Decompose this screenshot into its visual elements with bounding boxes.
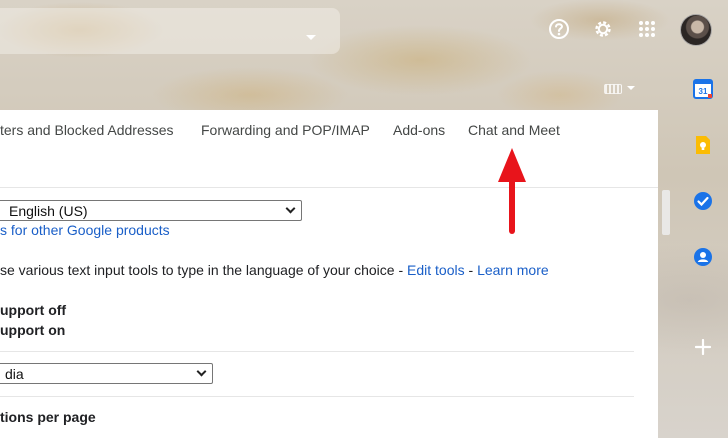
chevron-down-icon (196, 366, 207, 377)
gear-icon[interactable] (588, 14, 618, 44)
divider (0, 396, 634, 397)
page-size-label: tions per page (0, 409, 96, 425)
input-tools-text: se various text input tools to type in t… (0, 262, 408, 278)
search-options-caret-icon[interactable] (306, 35, 316, 40)
calendar-badge: 31 (699, 87, 708, 96)
settings-panel: ters and Blocked Addresses Forwarding an… (0, 110, 658, 438)
rtl-on-option[interactable]: upport on (0, 322, 65, 338)
settings-tabs: ters and Blocked Addresses Forwarding an… (0, 110, 658, 188)
chevron-down-icon (285, 203, 296, 214)
tab-add-ons[interactable]: Add-ons (393, 122, 445, 138)
language-select-value: English (US) (9, 202, 88, 219)
calendar-icon[interactable]: 31 (692, 78, 714, 100)
plus-icon[interactable] (692, 336, 714, 358)
rtl-off-option[interactable]: upport off (0, 302, 66, 318)
keep-icon[interactable] (692, 134, 714, 156)
edit-tools-link[interactable]: Edit tools (407, 262, 465, 278)
tasks-icon[interactable] (692, 190, 714, 212)
keyboard-icon[interactable] (604, 84, 622, 94)
tab-forwarding-pop-imap[interactable]: Forwarding and POP/IMAP (201, 122, 370, 138)
contacts-icon[interactable] (692, 246, 714, 268)
red-arrow-annotation-icon (498, 148, 526, 234)
tab-chat-and-meet[interactable]: Chat and Meet (468, 122, 560, 138)
avatar[interactable] (680, 14, 712, 46)
country-select[interactable]: dia (0, 363, 213, 384)
top-bar (0, 0, 728, 60)
scrollbar[interactable] (662, 190, 670, 235)
other-products-link[interactable]: s for other Google products (0, 222, 170, 238)
country-select-value: dia (5, 365, 24, 382)
side-panel-rail: 31 (680, 60, 728, 438)
help-icon[interactable] (544, 14, 574, 44)
input-tools-row: se various text input tools to type in t… (0, 262, 549, 278)
language-select[interactable]: English (US) (0, 200, 302, 221)
search-box[interactable] (0, 8, 340, 54)
tab-filters-blocked[interactable]: ters and Blocked Addresses (0, 122, 174, 138)
apps-grid-icon[interactable] (632, 14, 662, 44)
divider (0, 351, 634, 352)
learn-more-link[interactable]: Learn more (477, 262, 549, 278)
keyboard-caret-icon[interactable] (627, 86, 635, 90)
link-separator: - (464, 262, 478, 278)
